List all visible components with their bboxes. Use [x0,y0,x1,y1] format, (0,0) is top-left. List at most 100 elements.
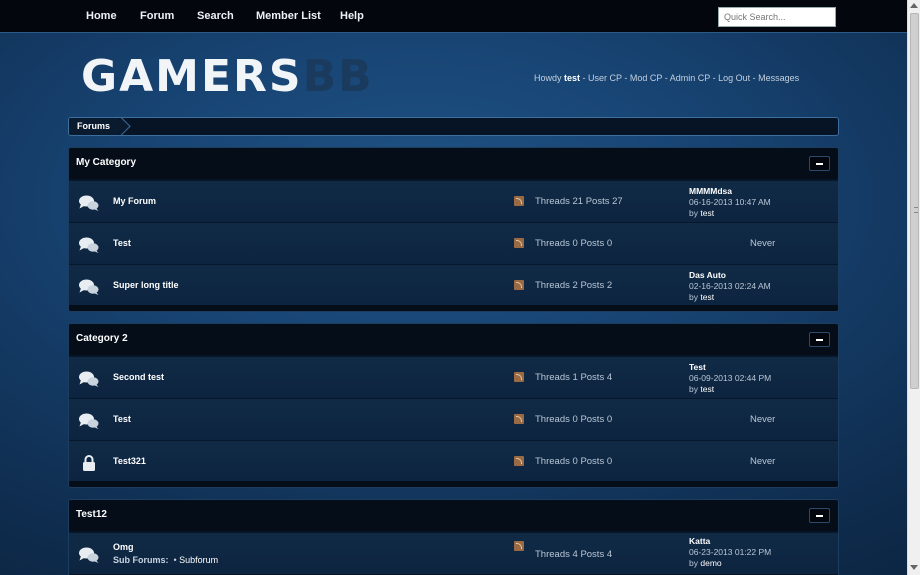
mod-cp-link[interactable]: Mod CP [630,73,662,83]
forum-name-link[interactable]: Test321 [113,456,146,466]
last-post-title-link[interactable]: Katta [689,536,771,547]
posts-label: Posts [580,549,605,560]
forum-name-link[interactable]: Second test [113,372,164,382]
last-post: Katta 06-23-2013 01:22 PM by demo [689,536,771,569]
nav-forum[interactable]: Forum [140,10,174,22]
speech-bubbles-icon [78,236,100,254]
forum-row: Test Threads 0 Posts 0 Never [69,398,838,440]
site-logo[interactable]: GAMERSBB [81,54,374,100]
rss-feed-icon[interactable] [514,456,524,466]
speech-bubbles-icon [78,412,100,430]
last-post-never: Never [750,238,776,249]
separator: - [750,73,759,83]
category-header: Test12 [69,500,838,531]
posts-label: Posts [580,456,605,467]
lock-icon [78,454,100,472]
threads-count: 4 [572,549,578,560]
last-post-author: by test [689,384,771,395]
threads-label: Threads [535,414,570,425]
category-footer [69,305,838,311]
top-navigation: Home Forum Search Member List Help [0,0,907,33]
rss-feed-icon[interactable] [514,541,524,551]
category-header: My Category [69,148,838,179]
posts-count: 2 [606,280,613,291]
nav-help[interactable]: Help [340,10,364,22]
last-post-date: 02-16-2013 02:24 AM [689,281,771,291]
nav-home[interactable]: Home [86,10,117,22]
vertical-scrollbar[interactable] [907,0,920,575]
scroll-up-arrow-icon[interactable] [910,3,918,8]
howdy-label: Howdy [534,73,562,83]
rss-feed-icon[interactable] [514,238,524,248]
collapse-button[interactable] [809,156,830,171]
posts-count: 27 [612,196,623,207]
forum-name-link[interactable]: My Forum [113,196,156,206]
logout-link[interactable]: Log Out [718,73,750,83]
subforum-link[interactable]: Subforum [179,555,218,565]
separator: - [580,73,589,83]
username-link[interactable]: test [564,73,580,83]
scroll-down-arrow-icon[interactable] [910,565,918,570]
forum-stats: Threads 2 Posts 2 [535,280,612,291]
last-post-date: 06-09-2013 02:44 PM [689,373,772,383]
rss-feed-icon[interactable] [514,280,524,290]
collapse-button[interactable] [809,508,830,523]
category-title[interactable]: My Category [76,157,136,168]
posts-count: 0 [606,238,613,249]
collapse-button[interactable] [809,332,830,347]
threads-label: Threads [535,280,570,291]
separator: - [710,73,719,83]
category-title[interactable]: Test12 [76,509,107,520]
last-post-title-link[interactable]: MMMMdsa [689,186,771,197]
last-post-author-link[interactable]: demo [700,558,721,568]
nav-member-list[interactable]: Member List [256,10,321,22]
forum-row: Test321 Threads 0 Posts 0 Never [69,440,838,482]
last-post-title-link[interactable]: Das Auto [689,270,771,281]
category-title[interactable]: Category 2 [76,333,128,344]
rss-feed-icon[interactable] [514,196,524,206]
rss-feed-icon[interactable] [514,414,524,424]
forum-row: Omg Sub Forums: • Subforum Threads 4 Posts… [69,532,838,574]
forum-name-link[interactable]: Omg [113,542,134,552]
last-post-title-link[interactable]: Test [689,362,771,373]
quick-search-input[interactable] [718,7,836,27]
rss-feed-icon[interactable] [514,372,524,382]
forum-stats: Threads 0 Posts 0 [535,456,612,467]
forum-stats: Threads 0 Posts 0 [535,414,612,425]
threads-count: 0 [572,414,578,425]
subforums-line: Sub Forums: • Subforum [113,555,219,565]
speech-bubbles-icon [78,370,100,388]
category-header: Category 2 [69,324,838,355]
logo-text-secondary: BB [302,51,374,102]
by-label: by [689,292,698,302]
category-block: Category 2 Second test Threads 1 Posts 4 Te… [68,323,839,488]
posts-count: 0 [606,414,613,425]
forum-row: My Forum Threads 21 Posts 27 MMMMdsa 06-16-… [69,180,838,222]
scrollbar-thumb[interactable] [910,13,919,389]
breadcrumb-forums[interactable]: Forums [69,118,119,135]
last-post-author-link[interactable]: test [700,384,714,394]
forum-stats: Threads 21 Posts 27 [535,196,623,207]
posts-count: 4 [606,549,613,560]
posts-label: Posts [580,280,605,291]
nav-search[interactable]: Search [197,10,234,22]
threads-count: 0 [572,456,578,467]
admin-cp-link[interactable]: Admin CP [670,73,710,83]
grip-icon [914,207,918,213]
threads-count: 2 [572,280,578,291]
forum-name-link[interactable]: Test [113,238,131,248]
threads-count: 0 [572,238,578,249]
last-post-author-link[interactable]: test [700,292,714,302]
last-post-author-link[interactable]: test [700,208,714,218]
user-cp-link[interactable]: User CP [588,73,622,83]
threads-label: Threads [535,196,570,207]
last-post-author: by test [689,208,771,219]
last-post-author: by test [689,292,771,303]
messages-link[interactable]: Messages [758,73,799,83]
category-block: My Category My Forum Threads 21 Posts 27 MM… [68,147,839,312]
forum-stats: Threads 0 Posts 0 [535,238,612,249]
forum-name-link[interactable]: Super long title [113,280,179,290]
posts-label: Posts [580,238,605,249]
forum-name-link[interactable]: Test [113,414,131,424]
speech-bubbles-icon [78,194,100,212]
